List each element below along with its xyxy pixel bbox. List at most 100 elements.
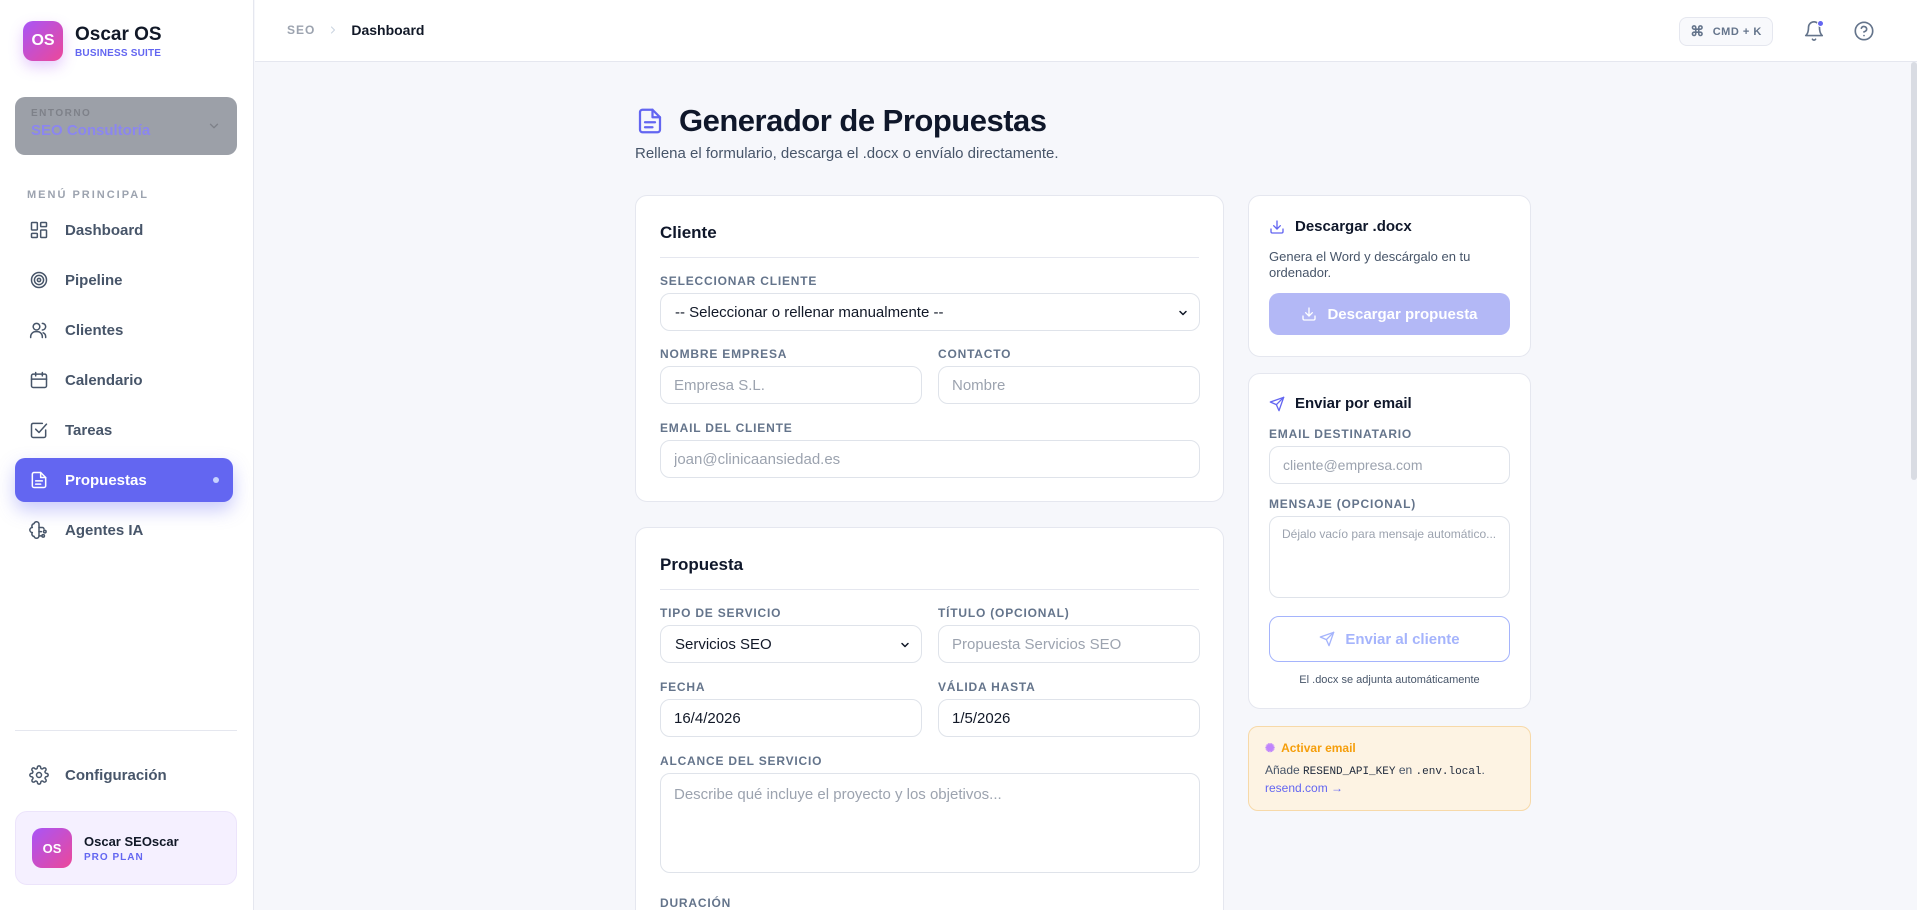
calendar-icon — [30, 371, 48, 389]
proposal-title-label: TÍTULO (OPCIONAL) — [938, 606, 1070, 620]
contact-input[interactable] — [938, 366, 1200, 404]
brand-name: Oscar OS — [75, 23, 162, 45]
main-nav: Dashboard Pipeline Clientes Calendario T… — [15, 208, 233, 558]
sidebar-item-label: Agentes IA — [65, 521, 144, 539]
env-key-code: RESEND_API_KEY — [1303, 766, 1396, 778]
sidebar-item-agentes-ia[interactable]: Agentes IA — [15, 508, 233, 552]
sidebar-item-label: Clientes — [65, 321, 124, 339]
service-type-select[interactable]: Servicios SEO — [660, 625, 922, 663]
sidebar-item-propuestas[interactable]: Propuestas — [15, 458, 233, 502]
sidebar-item-label: Calendario — [65, 371, 143, 389]
email-card-title: Enviar por email — [1295, 395, 1412, 412]
breadcrumb: SEO Dashboard — [287, 22, 424, 38]
service-scope-textarea[interactable] — [660, 773, 1200, 873]
sidebar-item-label: Tareas — [65, 421, 113, 439]
attachment-note: El .docx se adjunta automáticamente — [1299, 674, 1480, 686]
sidebar-item-tareas[interactable]: Tareas — [15, 408, 233, 452]
sidebar-item-label: Dashboard — [65, 221, 144, 239]
send-to-client-button[interactable]: Enviar al cliente — [1269, 616, 1510, 662]
environment-selector[interactable]: ENTORNO SEO Consultoría — [15, 97, 237, 155]
command-shortcut-label: CMD + K — [1712, 25, 1762, 38]
card-divider — [660, 589, 1199, 590]
breadcrumb-root[interactable]: SEO — [287, 23, 315, 37]
brand[interactable]: OS Oscar OS BUSINESS SUITE — [23, 21, 162, 61]
company-name-input[interactable] — [660, 366, 922, 404]
notice-text: . — [1481, 763, 1485, 777]
environment-value: SEO Consultoría — [31, 122, 151, 139]
download-card-title: Descargar .docx — [1295, 218, 1412, 235]
user-card[interactable]: OS Oscar SEOscar PRO PLAN — [15, 811, 237, 885]
download-proposal-button[interactable]: Descargar propuesta — [1269, 293, 1510, 335]
card-title: Propuesta — [660, 555, 744, 574]
message-textarea[interactable] — [1269, 516, 1510, 598]
sidebar-item-configuracion[interactable]: Configuración — [15, 753, 233, 797]
proposal-card: Propuesta TIPO DE SERVICIO Servicios SEO… — [635, 527, 1224, 910]
sidebar-item-label: Propuestas — [65, 471, 147, 489]
service-type-value: Servicios SEO — [675, 635, 772, 653]
sidebar-item-pipeline[interactable]: Pipeline — [15, 258, 233, 302]
config-label: Configuración — [65, 766, 167, 784]
page-subtitle: Rellena el formulario, descarga el .docx… — [635, 145, 1059, 162]
target-icon — [30, 271, 48, 289]
notice-title: Activar email — [1281, 741, 1356, 755]
page-title: Generador de Propuestas — [679, 103, 1047, 138]
client-select-value: -- Seleccionar o rellenar manualmente -- — [675, 303, 944, 321]
dashboard-icon — [30, 221, 48, 239]
client-email-label: EMAIL DEL CLIENTE — [660, 421, 793, 435]
topbar: SEO Dashboard ⌘ CMD + K — [255, 0, 1917, 62]
proposal-title-input[interactable] — [938, 625, 1200, 663]
card-title: Cliente — [660, 223, 717, 242]
chevron-right-icon — [331, 26, 336, 34]
resend-link[interactable]: resend.com → — [1265, 781, 1514, 795]
date-input[interactable] — [660, 699, 922, 737]
help-button[interactable] — [1853, 20, 1875, 42]
message-label: MENSAJE (OPCIONAL) — [1269, 497, 1417, 511]
recipient-email-label: EMAIL DESTINATARIO — [1269, 427, 1413, 441]
document-icon — [638, 108, 662, 134]
recipient-email-input[interactable] — [1269, 446, 1510, 484]
avatar: OS — [32, 828, 72, 868]
users-icon — [29, 322, 47, 339]
brand-logo: OS — [23, 21, 63, 61]
date-label: FECHA — [660, 680, 706, 694]
notifications-button[interactable] — [1803, 20, 1825, 42]
download-icon — [1302, 307, 1317, 321]
sidebar-item-dashboard[interactable]: Dashboard — [15, 208, 233, 252]
sidebar-item-calendario[interactable]: Calendario — [15, 358, 233, 402]
client-select[interactable]: -- Seleccionar o rellenar manualmente -- — [660, 293, 1200, 331]
client-email-input[interactable] — [660, 440, 1200, 478]
valid-until-label: VÁLIDA HASTA — [938, 680, 1036, 694]
document-icon — [31, 471, 47, 489]
nav-heading: MENÚ PRINCIPAL — [27, 189, 149, 201]
email-card-header: Enviar por email — [1269, 395, 1412, 412]
user-name: Oscar SEOscar — [84, 833, 179, 849]
notification-dot — [1817, 20, 1824, 27]
env-file-code: .env.local — [1415, 766, 1482, 778]
chevron-down-icon — [209, 123, 219, 129]
chevron-down-icon — [1179, 310, 1187, 316]
download-proposal-button-label: Descargar propuesta — [1327, 305, 1478, 323]
download-card-header: Descargar .docx — [1269, 218, 1412, 235]
sidebar-divider — [15, 730, 237, 731]
service-type-label: TIPO DE SERVICIO — [660, 606, 782, 620]
page-scrollbar[interactable] — [1911, 62, 1917, 480]
checkbox-icon — [30, 422, 48, 439]
valid-until-input[interactable] — [938, 699, 1200, 737]
breadcrumb-current: Dashboard — [351, 22, 425, 38]
download-card: Descargar .docx Genera el Word y descárg… — [1248, 195, 1531, 357]
notice-text: Añade — [1265, 763, 1300, 777]
command-palette-button[interactable]: ⌘ CMD + K — [1679, 17, 1773, 46]
user-plan-badge: PRO PLAN — [84, 851, 144, 863]
send-to-client-button-label: Enviar al cliente — [1345, 630, 1460, 648]
chevron-down-icon — [901, 642, 909, 648]
card-divider — [660, 257, 1199, 258]
gear-icon — [29, 765, 49, 785]
help-icon — [1854, 21, 1874, 41]
sidebar-item-clientes[interactable]: Clientes — [15, 308, 233, 352]
contact-label: CONTACTO — [938, 347, 1012, 361]
company-name-label: NOMBRE EMPRESA — [660, 347, 788, 361]
download-card-description: Genera el Word y descárgalo en tu ordena… — [1269, 249, 1471, 280]
command-icon: ⌘ — [1690, 23, 1705, 39]
activate-email-notice: ✺ Activar email Añade RESEND_API_KEY en … — [1248, 726, 1531, 811]
download-icon — [1270, 219, 1284, 234]
